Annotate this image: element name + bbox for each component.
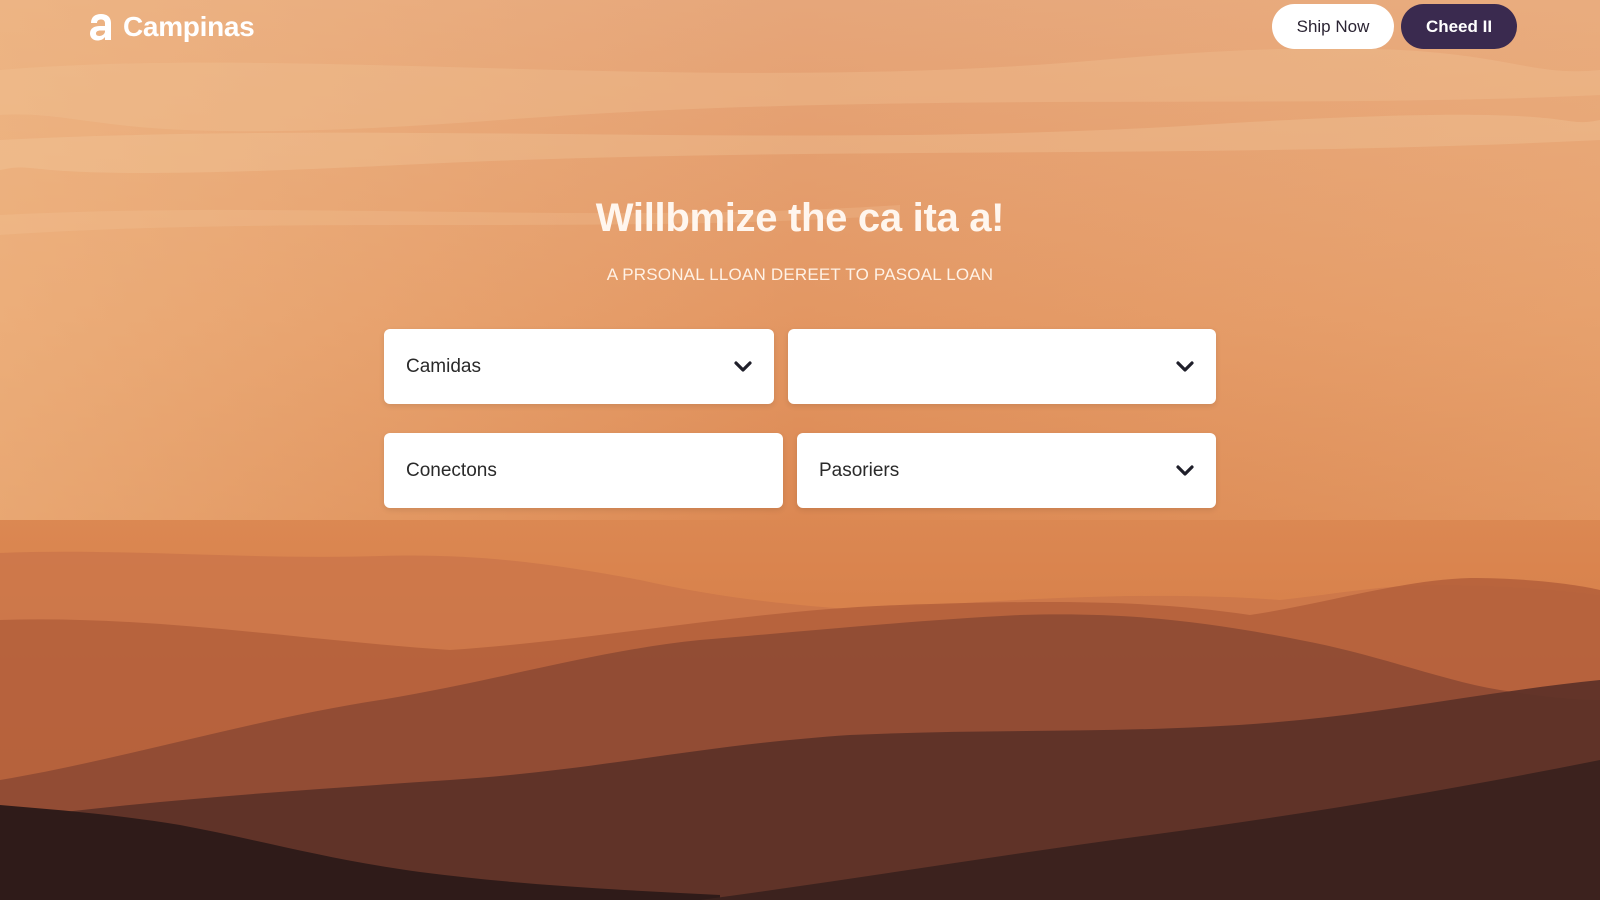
campinas-logo-icon — [90, 14, 111, 41]
passengers-select-value: Pasoriers — [819, 459, 900, 481]
chevron-down-icon — [734, 360, 752, 372]
secondary-select[interactable] — [788, 329, 1216, 404]
brand-name: Campinas — [123, 11, 255, 42]
check-button[interactable]: Cheed II — [1401, 4, 1517, 49]
location-select[interactable]: Camidas — [384, 329, 774, 404]
ship-now-button[interactable]: Ship Now — [1272, 4, 1394, 49]
passengers-select[interactable]: Pasoriers — [797, 433, 1216, 508]
hero-title: Willbmize the ca ita a! — [595, 196, 1005, 240]
chevron-down-icon — [1176, 464, 1194, 476]
landing-page: Campinas Ship Now Cheed II Willbmize the… — [0, 0, 1600, 900]
connections-input[interactable]: Conectons — [384, 433, 783, 508]
connections-input-value: Conectons — [406, 459, 497, 481]
brand-logo[interactable]: Campinas — [85, 8, 255, 46]
chevron-down-icon — [1176, 360, 1194, 372]
hero-subtitle: A PRSONAL LLOAN DEREET TO PASOAL LOAN — [606, 265, 994, 284]
location-select-value: Camidas — [406, 355, 481, 377]
